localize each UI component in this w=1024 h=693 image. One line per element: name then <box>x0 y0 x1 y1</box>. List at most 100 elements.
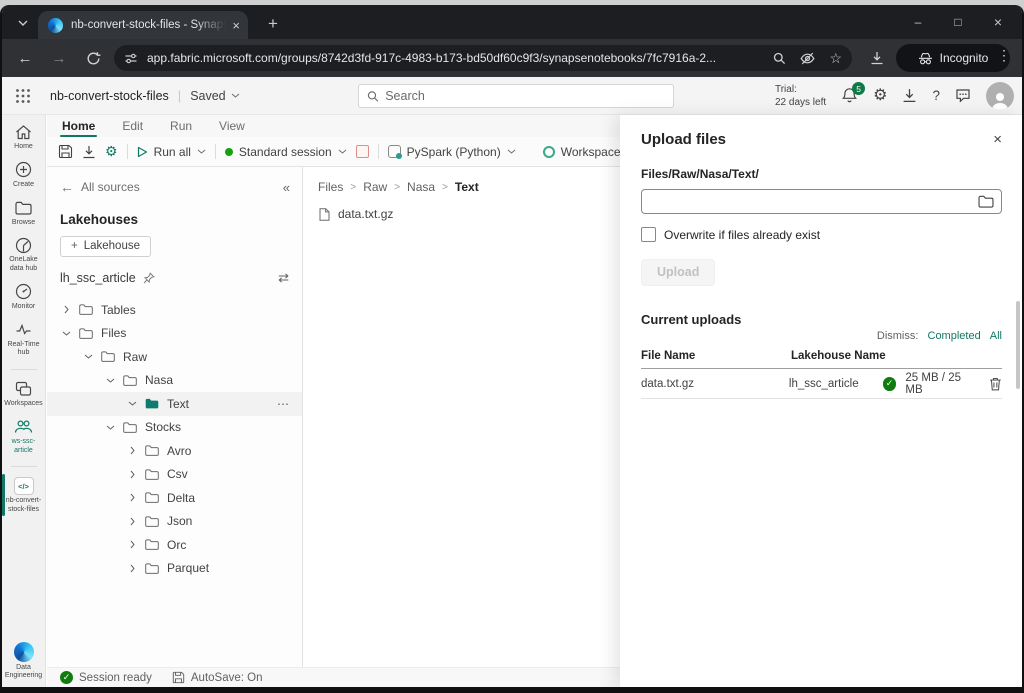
pin-icon[interactable] <box>143 272 155 284</box>
tree-item-text-selected[interactable]: Text ⋯ <box>47 392 302 416</box>
reload-button[interactable] <box>82 47 104 69</box>
more-options-icon[interactable]: ⋯ <box>277 397 290 411</box>
maximize-button[interactable]: □ <box>938 5 978 39</box>
tree-item-delta[interactable]: Delta <box>47 486 302 510</box>
tab-close-icon[interactable]: × <box>232 19 240 32</box>
chevron-right-icon[interactable] <box>62 305 71 314</box>
chevron-right-icon[interactable] <box>128 564 137 573</box>
file-picker-field[interactable] <box>641 189 1002 214</box>
chevron-right-icon[interactable] <box>128 517 137 526</box>
new-tab-button[interactable]: + <box>260 11 286 37</box>
autosave-status[interactable]: AutoSave: On <box>172 671 263 684</box>
collapse-pane-button[interactable]: « <box>283 180 290 195</box>
forward-button[interactable]: → <box>48 47 70 69</box>
breadcrumb-raw[interactable]: Raw <box>363 180 387 194</box>
sidebar-item-browse[interactable]: Browse <box>2 199 46 228</box>
sidebar-item-ws-ssc-article[interactable]: ws-ssc-article <box>2 418 46 456</box>
switch-lakehouse-icon[interactable]: ⇄ <box>278 270 289 286</box>
chevron-right-icon[interactable] <box>128 470 137 479</box>
chevron-down-icon[interactable] <box>62 331 71 336</box>
export-button[interactable] <box>82 145 96 159</box>
tree-item-raw[interactable]: Raw <box>47 345 302 369</box>
sidebar-item-onelake-data-hub[interactable]: OneLake data hub <box>2 236 46 274</box>
breadcrumb-text[interactable]: Text <box>455 180 479 194</box>
tree-item-orc[interactable]: Orc <box>47 533 302 557</box>
app-launcher-button[interactable] <box>15 88 31 104</box>
site-settings-icon[interactable] <box>124 52 138 65</box>
feedback-button[interactable] <box>955 88 971 103</box>
back-button[interactable]: ← <box>14 47 36 69</box>
notebook-title[interactable]: nb-convert-stock-files <box>50 89 169 103</box>
sidebar-item-real-time-hub[interactable]: Real-Time hub <box>2 321 46 359</box>
sidebar-item-monitor[interactable]: Monitor <box>2 283 46 312</box>
close-window-button[interactable]: × <box>978 5 1018 39</box>
tab-view[interactable]: View <box>219 119 245 133</box>
tab-search-button[interactable] <box>12 12 34 34</box>
upload-button[interactable]: Upload <box>641 259 715 286</box>
file-picker-input[interactable] <box>642 190 1001 213</box>
stop-session-button[interactable] <box>356 145 369 158</box>
tree-label: Delta <box>167 491 195 505</box>
settings-button[interactable]: ⚙ <box>873 88 887 104</box>
notifications-button[interactable]: 5 <box>841 87 858 104</box>
overwrite-checkbox[interactable] <box>641 227 656 242</box>
chevron-down-icon[interactable] <box>106 425 115 430</box>
all-sources-link[interactable]: All sources <box>81 180 283 194</box>
breadcrumb-files[interactable]: Files <box>318 180 343 194</box>
eye-hidden-icon[interactable] <box>800 52 815 65</box>
chevron-right-icon[interactable] <box>128 446 137 455</box>
lakehouse-row[interactable]: lh_ssc_article ⇄ <box>60 270 289 286</box>
download-app-button[interactable] <box>902 88 917 103</box>
overwrite-option[interactable]: Overwrite if files already exist <box>641 227 1002 242</box>
tree-item-files[interactable]: Files <box>47 322 302 346</box>
delete-upload-icon[interactable] <box>989 377 1002 391</box>
tree-item-tables[interactable]: Tables <box>47 298 302 322</box>
run-all-button[interactable]: Run all <box>137 145 206 159</box>
browse-files-button[interactable] <box>978 195 994 208</box>
chevron-down-icon[interactable] <box>84 354 93 359</box>
sidebar-item-data-engineering[interactable]: Data Engineering <box>2 642 46 682</box>
bookmark-star-icon[interactable]: ☆ <box>829 50 842 67</box>
language-selector[interactable]: PySpark (Python) <box>388 145 516 159</box>
trial-status[interactable]: Trial: 22 days left <box>775 83 826 109</box>
breadcrumb-nasa[interactable]: Nasa <box>407 180 435 194</box>
session-settings-button[interactable]: ⚙ <box>105 143 118 160</box>
chevron-right-icon[interactable] <box>128 493 137 502</box>
chevron-down-icon[interactable] <box>128 401 137 406</box>
tree-item-parquet[interactable]: Parquet <box>47 557 302 581</box>
add-lakehouse-button[interactable]: + Lakehouse <box>60 236 151 257</box>
tab-edit[interactable]: Edit <box>122 119 143 133</box>
tree-item-nasa[interactable]: Nasa <box>47 369 302 393</box>
minimize-button[interactable]: – <box>898 5 938 39</box>
help-button[interactable]: ? <box>932 88 940 103</box>
chevron-right-icon[interactable] <box>128 540 137 549</box>
sidebar-item-home[interactable]: Home <box>2 123 46 152</box>
session-status-menu[interactable]: Standard session <box>225 145 347 159</box>
tree-item-json[interactable]: Json <box>47 510 302 534</box>
account-avatar[interactable] <box>986 82 1014 110</box>
tree-item-avro[interactable]: Avro <box>47 439 302 463</box>
tab-run[interactable]: Run <box>170 119 192 133</box>
downloads-button[interactable] <box>866 47 888 69</box>
global-search-box[interactable] <box>358 84 674 108</box>
save-notebook-button[interactable] <box>58 144 73 159</box>
address-bar[interactable]: app.fabric.microsoft.com/groups/8742d3fd… <box>114 45 852 71</box>
url-text[interactable]: app.fabric.microsoft.com/groups/8742d3fd… <box>147 51 759 65</box>
sidebar-item-create[interactable]: Create <box>2 161 46 190</box>
sidebar-item-workspaces[interactable]: Workspaces <box>2 380 46 409</box>
zoom-icon[interactable] <box>773 52 786 65</box>
tab-home[interactable]: Home <box>62 119 95 133</box>
tree-item-csv[interactable]: Csv <box>47 463 302 487</box>
search-input[interactable] <box>385 89 665 103</box>
dismiss-all-link[interactable]: All <box>990 330 1002 342</box>
panel-scrollbar[interactable] <box>1016 301 1020 389</box>
back-button[interactable]: ← <box>60 179 74 195</box>
browser-tab[interactable]: nb-convert-stock-files - Synaps × <box>38 11 248 39</box>
panel-close-icon[interactable]: × <box>993 131 1002 148</box>
chevron-down-icon[interactable] <box>106 378 115 383</box>
sidebar-item-nb-convert-stock-files[interactable]: </> nb-convert-stock-files <box>2 477 46 515</box>
save-status-menu[interactable]: Saved <box>190 89 239 103</box>
dismiss-completed-link[interactable]: Completed <box>928 330 981 342</box>
tree-item-stocks[interactable]: Stocks <box>47 416 302 440</box>
browser-menu-button[interactable]: ⋮ <box>994 47 1014 69</box>
